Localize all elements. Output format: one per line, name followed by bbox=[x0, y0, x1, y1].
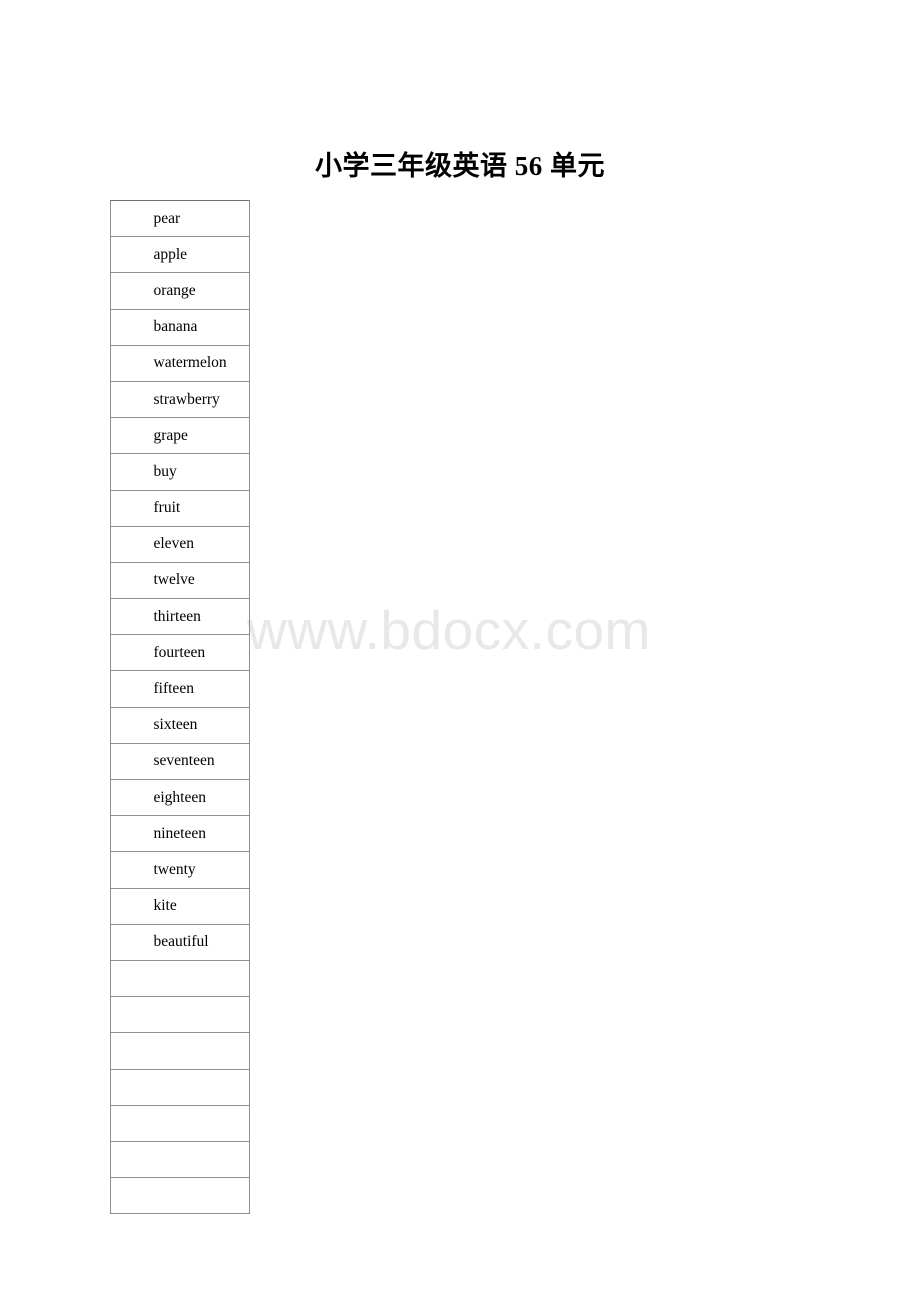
vocabulary-word-text: fruit bbox=[153, 499, 181, 517]
page-title: 小学三年级英语 56 单元 bbox=[315, 151, 605, 181]
vocabulary-word-cell: twenty bbox=[110, 851, 250, 889]
vocabulary-word-text: grape bbox=[153, 426, 188, 444]
vocabulary-word-text: kite bbox=[153, 897, 177, 915]
vocabulary-word-cell: kite bbox=[110, 887, 250, 925]
table-row: pear bbox=[110, 199, 250, 238]
table-row bbox=[110, 1177, 250, 1215]
table-row: sixteen bbox=[110, 706, 250, 744]
vocabulary-word-cell: orange bbox=[110, 272, 250, 310]
vocabulary-word-text: strawberry bbox=[153, 390, 220, 408]
vocabulary-word-cell: fruit bbox=[110, 489, 250, 527]
table-row: watermelon bbox=[110, 344, 250, 382]
empty-cell bbox=[110, 1140, 250, 1179]
empty-cell bbox=[110, 1104, 250, 1142]
vocabulary-table-body: pear apple orange banana watermelon strawberr… bbox=[110, 199, 250, 1215]
vocabulary-word-text: twenty bbox=[153, 860, 196, 878]
vocabulary-word-text: seventeen bbox=[153, 752, 215, 770]
table-row: beautiful bbox=[110, 923, 250, 961]
table-row bbox=[110, 1032, 250, 1070]
table-row: twenty bbox=[110, 851, 250, 889]
table-row: buy bbox=[110, 453, 250, 491]
table-row: kite bbox=[110, 887, 250, 925]
vocabulary-word-text: eleven bbox=[153, 535, 194, 553]
vocabulary-word-cell: pear bbox=[110, 199, 250, 238]
table-row bbox=[110, 996, 250, 1034]
vocabulary-word-text: pear bbox=[153, 209, 181, 227]
vocabulary-word-cell: buy bbox=[110, 453, 250, 491]
empty-cell bbox=[110, 1068, 250, 1106]
table-row: fifteen bbox=[110, 670, 250, 708]
vocabulary-word-cell: eleven bbox=[110, 525, 250, 563]
empty-cell bbox=[110, 1032, 250, 1070]
watermark-text: www.bdocx.com bbox=[247, 599, 651, 661]
table-row bbox=[110, 1104, 250, 1142]
vocabulary-word-cell: fourteen bbox=[110, 634, 250, 672]
vocabulary-word-text: thirteen bbox=[153, 607, 201, 625]
vocabulary-word-text: banana bbox=[153, 318, 198, 336]
vocabulary-word-text: watermelon bbox=[153, 354, 227, 372]
vocabulary-word-text: twelve bbox=[153, 571, 195, 589]
vocabulary-word-cell: strawberry bbox=[110, 380, 250, 419]
empty-cell bbox=[110, 996, 250, 1034]
vocabulary-word-text: sixteen bbox=[153, 716, 198, 734]
vocabulary-word-text: eighteen bbox=[153, 788, 207, 806]
vocabulary-word-cell: twelve bbox=[110, 561, 250, 600]
vocabulary-word-text: orange bbox=[153, 281, 196, 299]
table-row: nineteen bbox=[110, 815, 250, 853]
vocabulary-word-cell: fifteen bbox=[110, 670, 250, 708]
vocabulary-word-cell: beautiful bbox=[110, 923, 250, 961]
table-row bbox=[110, 959, 250, 998]
vocabulary-word-cell: thirteen bbox=[110, 598, 250, 636]
table-row: banana bbox=[110, 308, 250, 346]
empty-cell bbox=[110, 1177, 250, 1215]
vocabulary-word-cell: banana bbox=[110, 308, 250, 346]
table-row: fourteen bbox=[110, 634, 250, 672]
table-row bbox=[110, 1140, 250, 1179]
table-row: strawberry bbox=[110, 380, 250, 419]
vocabulary-word-text: nineteen bbox=[153, 824, 207, 842]
vocabulary-word-cell: apple bbox=[110, 236, 250, 274]
vocabulary-word-text: buy bbox=[153, 462, 177, 480]
table-row: seventeen bbox=[110, 742, 250, 781]
table-row: fruit bbox=[110, 489, 250, 527]
vocabulary-word-cell: watermelon bbox=[110, 344, 250, 382]
vocabulary-word-cell: seventeen bbox=[110, 742, 250, 781]
table-row: thirteen bbox=[110, 598, 250, 636]
vocabulary-word-text: fourteen bbox=[153, 643, 206, 661]
document-page: www.bdocx.com 小学三年级英语 56 单元 pear apple ora… bbox=[0, 0, 920, 1302]
table-row: apple bbox=[110, 236, 250, 274]
table-row: grape bbox=[110, 417, 250, 455]
vocabulary-word-cell: grape bbox=[110, 417, 250, 455]
vocabulary-word-cell: sixteen bbox=[110, 706, 250, 744]
table-row: orange bbox=[110, 272, 250, 310]
vocabulary-word-text: apple bbox=[153, 245, 188, 263]
vocabulary-word-cell: eighteen bbox=[110, 778, 250, 817]
vocabulary-table: pear apple orange banana watermelon strawberr… bbox=[110, 199, 250, 1215]
vocabulary-word-cell: nineteen bbox=[110, 815, 250, 853]
empty-cell bbox=[110, 959, 250, 998]
table-row: eleven bbox=[110, 525, 250, 563]
vocabulary-word-text: fifteen bbox=[153, 680, 194, 698]
table-row: twelve bbox=[110, 561, 250, 600]
table-row bbox=[110, 1068, 250, 1106]
table-row: eighteen bbox=[110, 778, 250, 817]
vocabulary-word-text: beautiful bbox=[153, 933, 209, 951]
